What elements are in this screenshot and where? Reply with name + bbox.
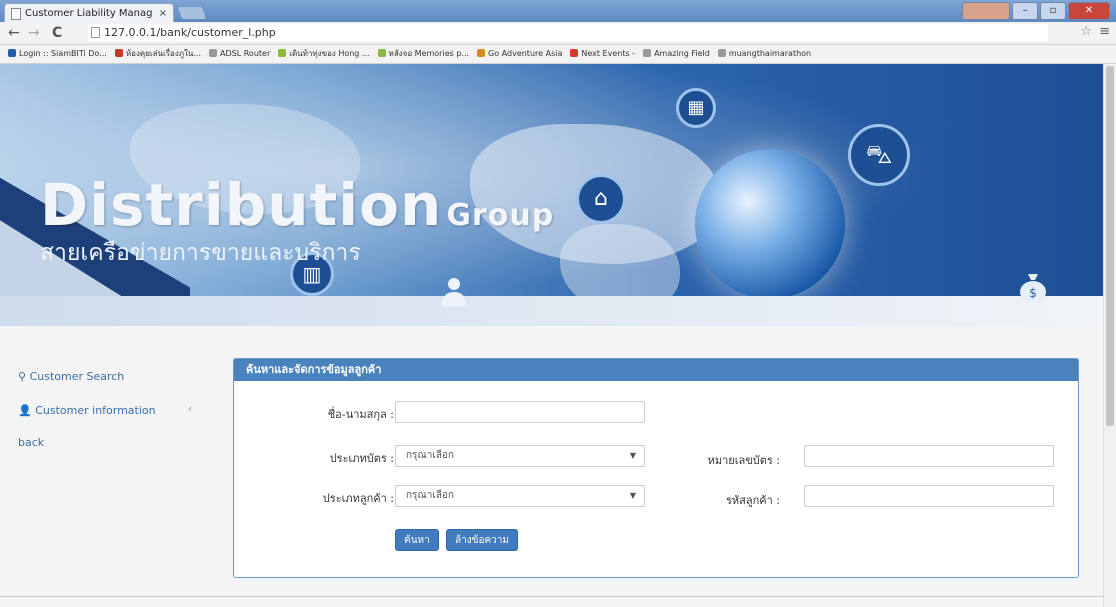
car-icon: ⛍ xyxy=(848,124,910,186)
bookmark-label: เดินท้าทุ่งของ Hong ... xyxy=(289,49,370,58)
svg-text:$: $ xyxy=(1029,286,1037,300)
bookmark-icon xyxy=(643,49,652,57)
sidebar-item-back[interactable]: back xyxy=(18,436,44,449)
card-type-selected: กรุณาเลือก xyxy=(406,450,454,461)
menu-icon[interactable]: ≡ xyxy=(1099,24,1110,39)
bookmark-label: ADSL Router xyxy=(220,49,271,58)
sidebar-item-label: back xyxy=(18,436,45,449)
bookmark-icon xyxy=(278,49,287,57)
footer-divider xyxy=(0,596,1104,597)
forward-arrow-icon[interactable]: → xyxy=(28,24,40,42)
search-button[interactable]: ค้นหา xyxy=(395,529,439,551)
maximize-icon[interactable]: ▫ xyxy=(1040,2,1066,20)
money-bag-icon: $ xyxy=(1020,274,1046,303)
bookmark-item[interactable]: ห้องคุยเล่นเรื่องภูใน... xyxy=(114,45,202,63)
bookmark-label: ห้องคุยเล่นเรื่องภูใน... xyxy=(125,49,202,58)
person-icon xyxy=(442,278,466,306)
tab-close-icon[interactable]: × xyxy=(159,4,167,22)
bookmark-item[interactable]: ADSL Router xyxy=(209,45,270,63)
bookmark-icon xyxy=(717,49,726,57)
panel-title: ค้นหาและจัดการข้อมูลลูกค้า xyxy=(234,359,1078,381)
customer-search-panel: ค้นหาและจัดการข้อมูลลูกค้า ชื่อ-นามสกุล … xyxy=(233,358,1079,578)
banner: ▥ ⌂ ▦ ⛍ $ Distribution Group สายเครือข่าย… xyxy=(0,64,1104,326)
chevron-down-icon: ▼ xyxy=(629,451,636,460)
brand-title-main: Distribution xyxy=(40,171,443,239)
bookmark-label: Login :: SiamBITi Do... xyxy=(19,49,107,58)
bookmark-label: Next Events - xyxy=(581,49,636,58)
bookmark-icon xyxy=(8,49,16,57)
address-url: 127.0.0.1/bank/customer_l.php xyxy=(104,26,276,39)
bookmark-icon xyxy=(377,49,386,57)
page-icon xyxy=(11,8,21,20)
chevron-left-icon[interactable]: ‹ xyxy=(188,404,192,415)
address-bar[interactable]: 127.0.0.1/bank/customer_l.php xyxy=(88,24,1048,41)
bookmarks-bar: Login :: SiamBITi Do... ห้องคุยเล่นเรื่อง… xyxy=(0,45,1116,64)
sidebar-item-label: Customer Search xyxy=(29,370,125,383)
reload-icon[interactable]: C xyxy=(52,24,62,42)
sidebar-item-label: Customer information xyxy=(35,404,156,417)
customer-type-select[interactable]: กรุณาเลือก ▼ xyxy=(395,485,645,507)
browser-titlebar: Customer Liability Manag × – ▫ ✕ xyxy=(0,0,1116,22)
globe-graphic xyxy=(695,149,845,299)
bookmark-icon xyxy=(570,49,579,57)
clear-button[interactable]: ล้างข้อความ xyxy=(446,529,518,551)
card-number-label: หมายเลขบัตร : xyxy=(707,454,780,467)
chevron-down-icon: ▼ xyxy=(629,491,636,500)
card-type-select[interactable]: กรุณาเลือก ▼ xyxy=(395,445,645,467)
bookmark-item[interactable]: หลังจอ Memories p... xyxy=(377,45,470,63)
bookmark-item[interactable]: เดินท้าทุ่งของ Hong ... xyxy=(278,45,370,63)
sidebar-item-customer-information[interactable]: 👤 Customer information ‹ xyxy=(18,404,192,417)
back-arrow-icon[interactable]: ← xyxy=(8,24,20,42)
browser-tab[interactable]: Customer Liability Manag × xyxy=(4,3,174,22)
scrollbar-thumb[interactable] xyxy=(1106,66,1114,426)
bookmark-item[interactable]: Next Events - xyxy=(570,45,635,63)
customer-code-input[interactable] xyxy=(804,485,1054,507)
bookmark-item[interactable]: Amazing Field xyxy=(643,45,710,63)
bookmark-label: Amazing Field xyxy=(654,49,710,58)
bookmark-item[interactable]: Login :: SiamBITi Do... xyxy=(8,45,107,63)
card-number-input[interactable] xyxy=(804,445,1054,467)
minimize-icon[interactable]: – xyxy=(1012,2,1038,20)
close-window-icon[interactable]: ✕ xyxy=(1068,2,1110,20)
banner-stripe xyxy=(0,296,1104,326)
name-input[interactable] xyxy=(395,401,645,423)
bookmark-label: Go Adventure Asia xyxy=(488,49,563,58)
name-label: ชื่อ-นามสกุล : xyxy=(327,408,394,421)
bookmark-star-icon[interactable]: ☆ xyxy=(1080,24,1092,39)
profile-button[interactable] xyxy=(962,2,1010,20)
bookmark-label: หลังจอ Memories p... xyxy=(388,49,470,58)
customer-code-label: รหัสลูกค้า : xyxy=(725,494,780,507)
bookmark-item[interactable]: muangthaimarathon xyxy=(717,45,812,63)
customer-type-selected: กรุณาเลือก xyxy=(406,490,454,501)
bookmark-item[interactable]: Go Adventure Asia xyxy=(477,45,562,63)
bookmark-icon xyxy=(209,49,218,57)
brand-title-suffix: Group xyxy=(446,198,555,233)
card-type-label: ประเภทบัตร : xyxy=(329,452,394,465)
new-tab-button[interactable] xyxy=(177,7,207,19)
customer-type-label: ประเภทลูกค้า : xyxy=(322,492,394,505)
page-icon xyxy=(91,27,100,38)
bookmark-icon xyxy=(477,49,486,57)
brand-title: Distribution Group xyxy=(40,176,554,234)
calculator-icon: ▦ xyxy=(676,88,716,128)
search-icon: ⚲ xyxy=(18,370,27,383)
user-icon: 👤 xyxy=(18,404,32,417)
bookmark-label: muangthaimarathon xyxy=(728,49,812,58)
tab-title: Customer Liability Manag xyxy=(25,8,153,19)
bookmark-icon xyxy=(114,49,123,57)
window-controls: – ▫ ✕ xyxy=(962,2,1110,20)
brand-subtitle: สายเครือข่ายการขายและบริการ xyxy=(40,240,361,266)
browser-toolbar: ← → C 127.0.0.1/bank/customer_l.php ☆ ≡ xyxy=(0,22,1116,45)
sidebar-item-customer-search[interactable]: ⚲ Customer Search xyxy=(18,370,124,383)
house-icon: ⌂ xyxy=(576,174,626,224)
